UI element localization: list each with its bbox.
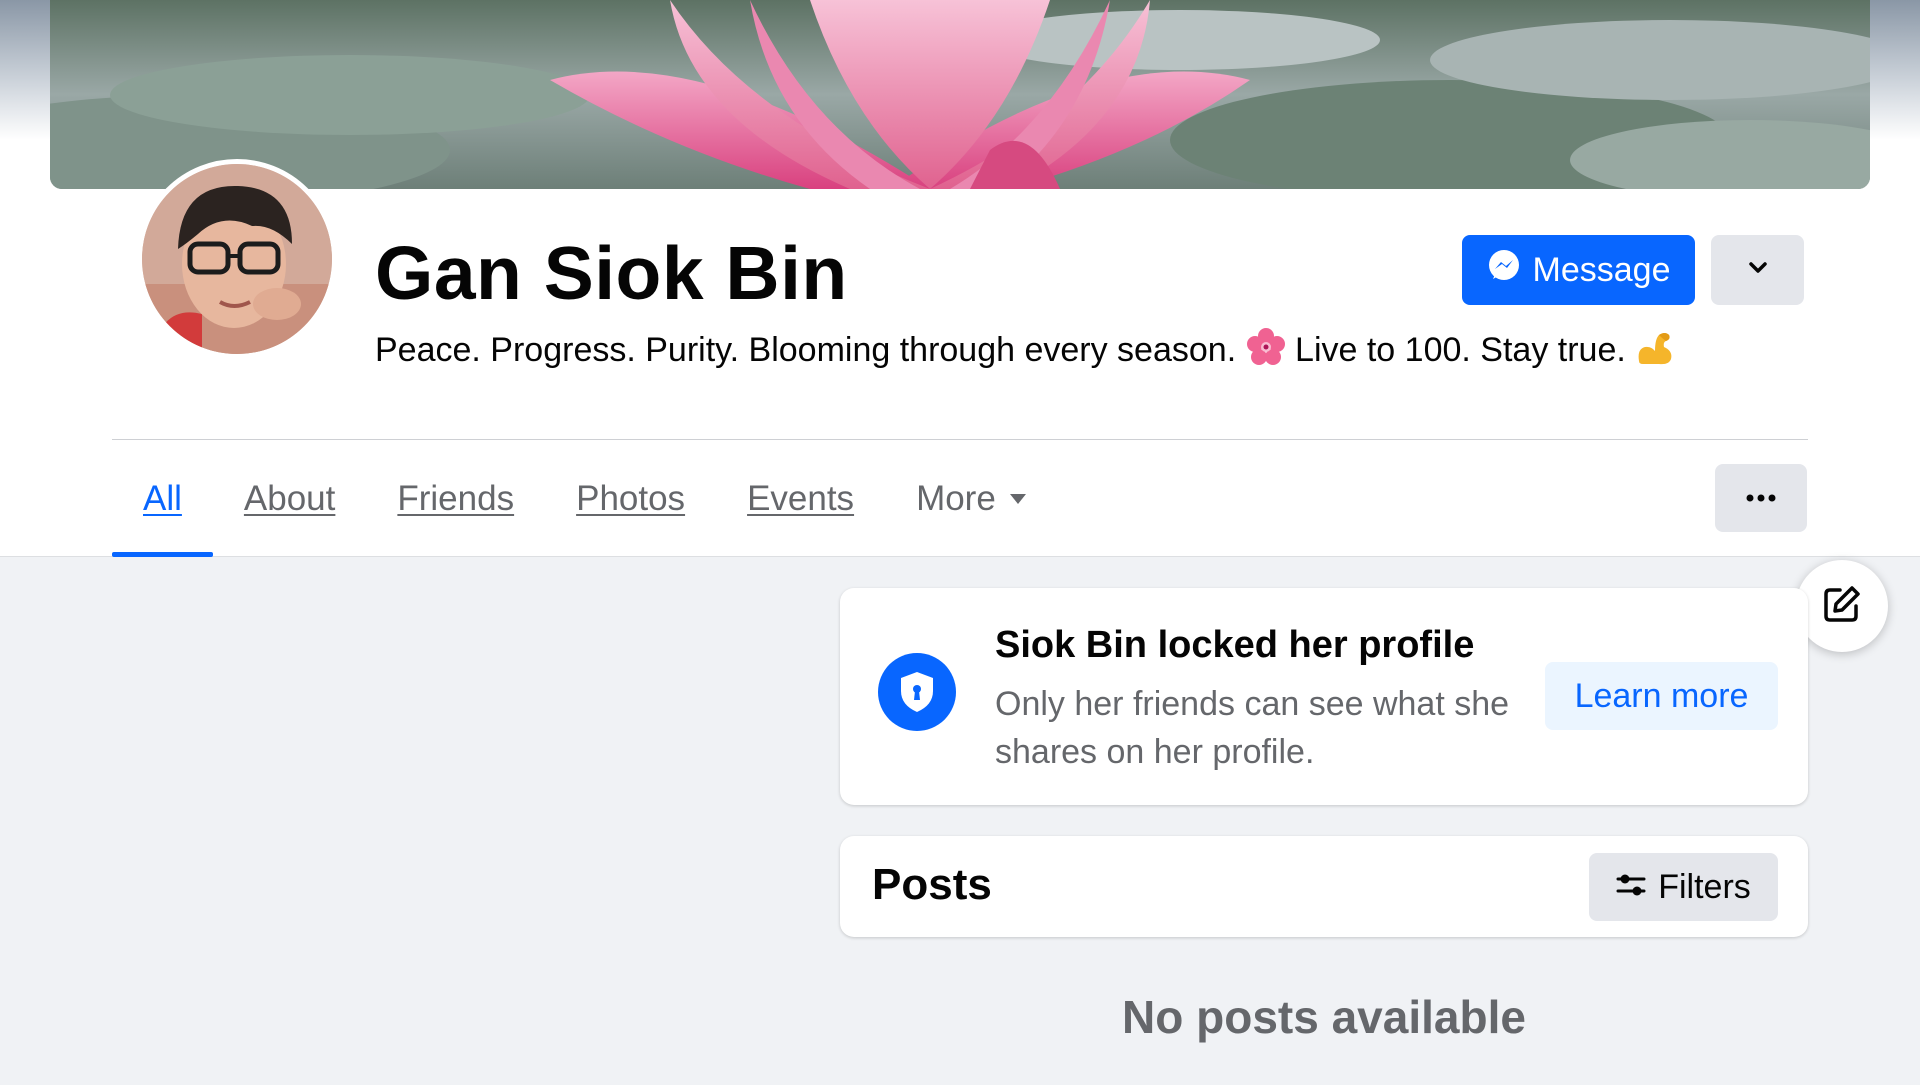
bio-text-part-1: Peace. Progress. Purity. Blooming throug… <box>375 330 1237 369</box>
tab-all[interactable]: All <box>112 440 213 557</box>
bio-text-part-2: Live to 100. Stay true. <box>1295 330 1626 369</box>
filters-label: Filters <box>1658 867 1751 906</box>
message-button-label: Message <box>1532 250 1671 289</box>
profile-header: Gan Siok Bin Peace. Progress. Purity. Bl… <box>0 0 1920 557</box>
tab-more-label: More <box>916 478 996 518</box>
messenger-icon <box>1487 249 1521 292</box>
tab-events[interactable]: Events <box>716 440 885 557</box>
cover-photo[interactable] <box>50 0 1870 189</box>
edit-icon <box>1822 584 1862 629</box>
flexed-biceps-icon <box>1635 327 1675 377</box>
tab-photos[interactable]: Photos <box>545 440 716 557</box>
profile-bio: Peace. Progress. Purity. Blooming throug… <box>375 327 1675 377</box>
tab-about[interactable]: About <box>213 440 366 557</box>
filters-button[interactable]: Filters <box>1589 853 1778 921</box>
locked-profile-card: Siok Bin locked her profile Only her fri… <box>840 588 1808 805</box>
tab-friends[interactable]: Friends <box>366 440 545 557</box>
posts-card: Posts Filters <box>840 836 1808 937</box>
profile-avatar[interactable] <box>137 159 337 359</box>
ellipsis-icon <box>1746 489 1776 507</box>
profile-name: Gan Siok Bin <box>375 231 848 315</box>
edit-floating-button[interactable] <box>1796 560 1888 652</box>
posts-title: Posts <box>872 860 992 909</box>
locked-profile-title: Siok Bin locked her profile <box>995 624 1475 666</box>
shield-lock-icon <box>878 653 956 731</box>
sliders-icon <box>1616 868 1646 907</box>
more-options-button[interactable] <box>1715 464 1807 532</box>
profile-actions-dropdown[interactable] <box>1711 235 1804 305</box>
no-posts-message: No posts available <box>1122 991 1526 1043</box>
tab-more[interactable]: More <box>885 440 1057 557</box>
learn-more-button[interactable]: Learn more <box>1545 662 1778 730</box>
locked-profile-description: Only her friends can see what she shares… <box>995 685 1510 771</box>
profile-tabs: All About Friends Photos Events More <box>112 440 1057 557</box>
message-button[interactable]: Message <box>1462 235 1695 305</box>
caret-down-icon <box>1009 493 1026 504</box>
cherry-blossom-icon <box>1246 327 1286 377</box>
chevron-down-icon <box>1748 261 1768 280</box>
